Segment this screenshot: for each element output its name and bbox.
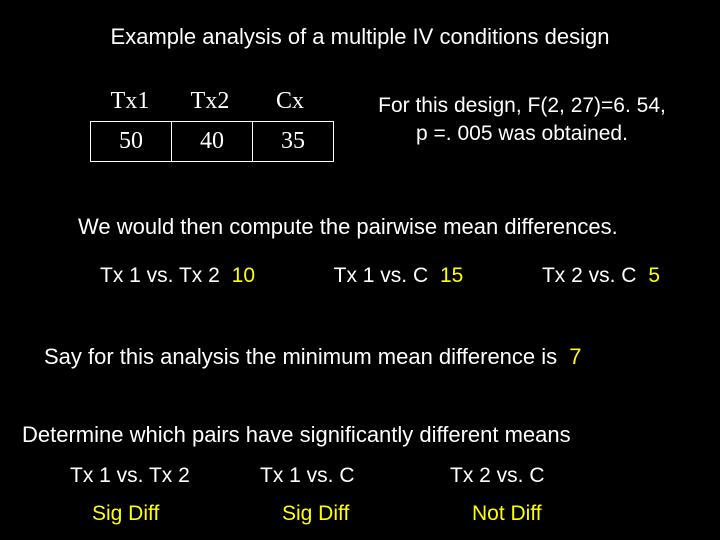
slide: Example analysis of a multiple IV condit…	[0, 0, 720, 540]
pair-tx1-tx2: Tx 1 vs. Tx 2 10	[100, 264, 255, 288]
pair-label: Tx 2 vs. C	[542, 264, 637, 287]
value-cx: 35	[253, 121, 334, 162]
sig-label: Tx 1 vs. C	[260, 464, 450, 488]
determine-line: Determine which pairs have significantly…	[22, 422, 571, 448]
value-tx1: 50	[90, 121, 172, 162]
pair-label: Tx 1 vs. Tx 2	[100, 264, 220, 287]
sig-col-1: Tx 1 vs. Tx 2 Sig Diff	[70, 464, 260, 526]
pair-value: 10	[232, 264, 255, 287]
sig-label: Tx 2 vs. C	[450, 464, 640, 488]
slide-title: Example analysis of a multiple IV condit…	[0, 24, 720, 50]
pairwise-differences: Tx 1 vs. Tx 2 10 Tx 1 vs. C 15 Tx 2 vs. …	[100, 264, 660, 288]
sig-col-3: Tx 2 vs. C Not Diff	[450, 464, 640, 526]
conditions-header-row: Tx1 Tx2 Cx	[90, 86, 334, 121]
conditions-table: Tx1 Tx2 Cx 50 40 35	[90, 86, 334, 162]
pair-label: Tx 1 vs. C	[334, 264, 429, 287]
pair-value: 5	[648, 264, 660, 287]
header-tx2: Tx2	[170, 86, 250, 121]
pair-tx1-c: Tx 1 vs. C 15	[334, 264, 464, 288]
top-row: Tx1 Tx2 Cx 50 40 35 For this design, F(2…	[90, 86, 682, 162]
pair-tx2-c: Tx 2 vs. C 5	[542, 264, 660, 288]
header-tx1: Tx1	[90, 86, 170, 121]
value-tx2: 40	[172, 121, 253, 162]
sig-result: Not Diff	[450, 502, 640, 526]
pair-value: 15	[440, 264, 463, 287]
min-mean-value: 7	[569, 344, 581, 369]
sig-label: Tx 1 vs. Tx 2	[70, 464, 260, 488]
sig-result: Sig Diff	[260, 502, 450, 526]
header-cx: Cx	[250, 86, 330, 121]
sig-result: Sig Diff	[70, 502, 260, 526]
pairwise-intro: We would then compute the pairwise mean …	[78, 214, 618, 240]
f-stat-line2: p =. 005 was obtained.	[362, 120, 682, 148]
f-stat-line1: For this design, F(2, 27)=6. 54,	[362, 92, 682, 120]
conditions-value-row: 50 40 35	[90, 121, 334, 162]
significance-row: Tx 1 vs. Tx 2 Sig Diff Tx 1 vs. C Sig Di…	[70, 464, 650, 526]
min-mean-text: Say for this analysis the minimum mean d…	[44, 344, 557, 369]
f-statistic-text: For this design, F(2, 27)=6. 54, p =. 00…	[362, 86, 682, 149]
min-mean-diff-line: Say for this analysis the minimum mean d…	[44, 344, 582, 370]
sig-col-2: Tx 1 vs. C Sig Diff	[260, 464, 450, 526]
